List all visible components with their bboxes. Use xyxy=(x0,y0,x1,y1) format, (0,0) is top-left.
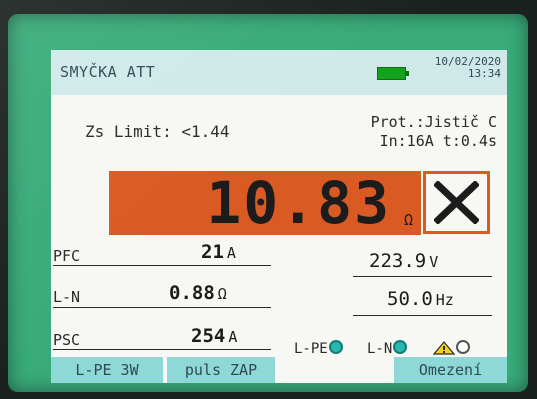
pfc-value-group: 21 A xyxy=(201,241,236,263)
ln-unit: Ω xyxy=(217,285,227,303)
voltage-value: 223.9 xyxy=(369,250,427,272)
pfc-unit: A xyxy=(226,244,236,262)
divider xyxy=(53,349,271,350)
battery-full-icon xyxy=(377,67,409,80)
status-dot-icon xyxy=(456,340,470,354)
indicator-ln-label: L-N xyxy=(367,341,393,357)
result-panel: 10.83 Ω xyxy=(109,169,421,237)
voltage-group: 223.9 V xyxy=(369,250,438,272)
time-label: 13:34 xyxy=(467,67,501,80)
psc-unit: A xyxy=(228,328,238,346)
ln-value-group: 0.88 Ω xyxy=(169,282,227,304)
frequency-unit: Hz xyxy=(435,291,454,309)
softkey-puls-zap[interactable]: puls ZAP xyxy=(167,357,275,383)
header-bar: SMYČKA ATT 10/02/2020 13:34 xyxy=(51,50,507,95)
softkey-lpe-3w[interactable]: L-PE 3W xyxy=(51,357,163,383)
protection-info: Prot.:Jistič C In:16A t:0.4s xyxy=(371,113,497,151)
fail-x-icon xyxy=(434,181,479,224)
indicator-ln: L-N xyxy=(367,340,408,357)
display-screen: SMYČKA ATT 10/02/2020 13:34 Zs Limit: <1… xyxy=(51,50,507,383)
page-title: SMYČKA ATT xyxy=(60,63,156,81)
indicator-lpe-label: L-PE xyxy=(294,341,328,357)
zs-limit-label: Zs Limit: <1.44 xyxy=(85,122,230,141)
softkey-omezeni[interactable]: Omezení xyxy=(394,357,507,383)
status-dot-icon xyxy=(328,340,343,354)
indicator-warning xyxy=(433,340,470,357)
indicator-lpe: L-PE xyxy=(294,340,343,357)
voltage-unit: V xyxy=(429,253,439,271)
softkey-bar: L-PE 3W puls ZAP Omezení xyxy=(51,357,507,383)
psc-value-group: 254 A xyxy=(191,325,237,347)
fail-status-box xyxy=(423,171,490,234)
psc-value: 254 xyxy=(191,325,226,347)
datetime: 10/02/2020 13:34 xyxy=(435,56,501,80)
divider xyxy=(353,276,492,277)
result-unit: Ω xyxy=(403,211,413,229)
protection-line1: Prot.:Jistič C xyxy=(370,113,497,131)
warning-triangle-icon xyxy=(433,341,455,355)
ln-value: 0.88 xyxy=(169,282,215,304)
divider xyxy=(53,265,271,266)
divider xyxy=(53,307,271,308)
psc-label: PSC xyxy=(53,331,81,349)
pfc-label: PFC xyxy=(53,247,81,265)
frequency-group: 50.0 Hz xyxy=(387,288,454,310)
pfc-value: 21 xyxy=(201,241,224,263)
protection-line2: In:16A t:0.4s xyxy=(379,132,497,150)
ln-label: L-N xyxy=(53,288,81,306)
divider xyxy=(353,315,492,316)
result-value: 10.83 xyxy=(206,169,391,237)
status-dot-icon xyxy=(393,340,408,354)
frequency-value: 50.0 xyxy=(387,288,433,310)
